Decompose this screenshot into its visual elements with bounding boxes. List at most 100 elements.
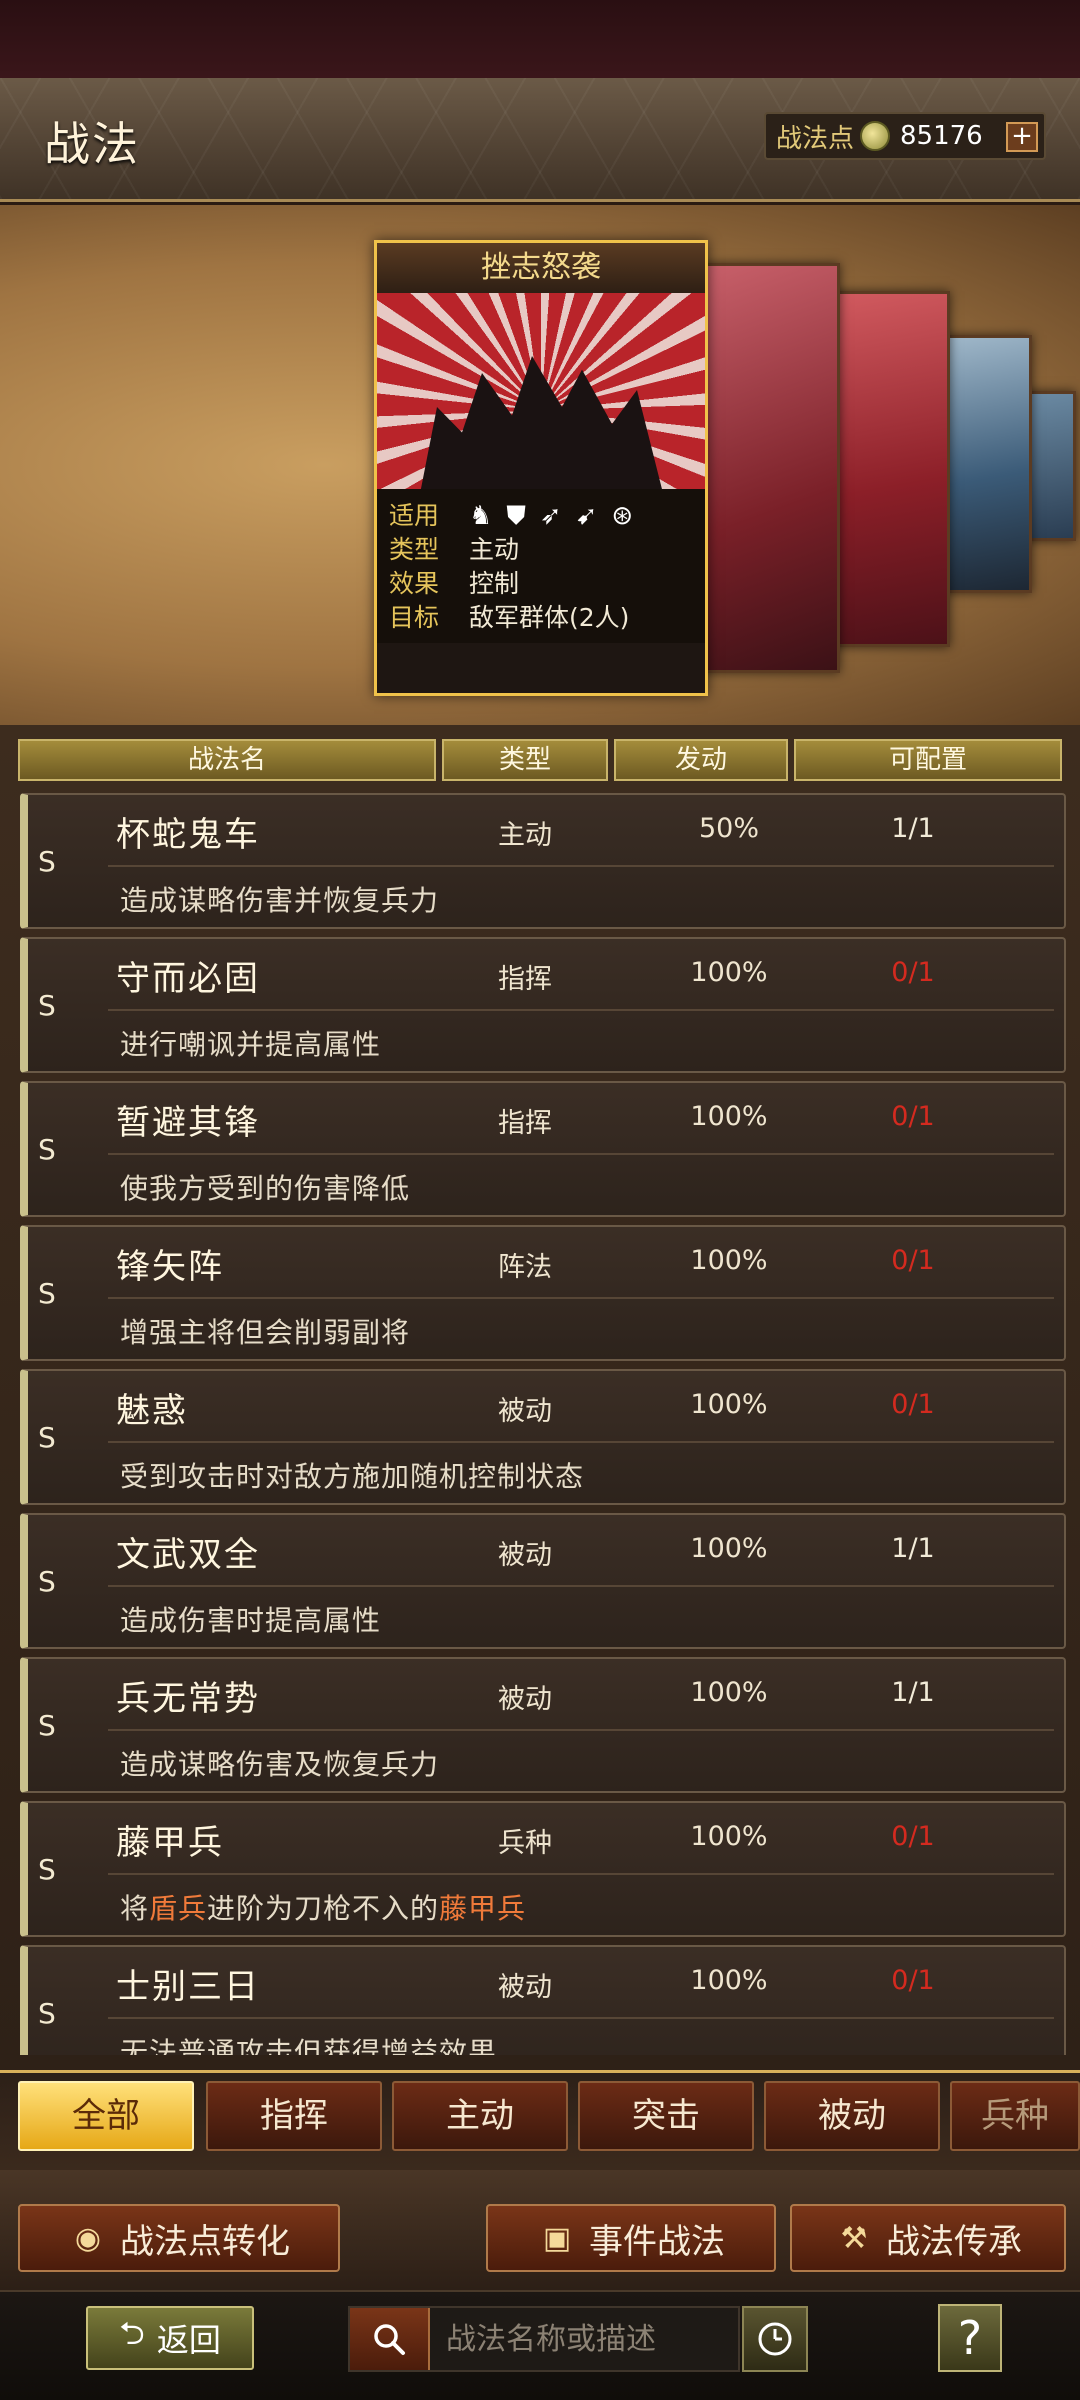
history-button[interactable] [742, 2306, 808, 2372]
tactic-activation-rate: 100% [690, 1101, 768, 1132]
tactic-description: 使我方受到的伤害降低 [120, 1172, 411, 1205]
tactic-config-count: 0/1 [891, 1245, 935, 1276]
row-divider [108, 1729, 1054, 1731]
tactic-description: 受到攻击时对敌方施加随机控制状态 [120, 1460, 585, 1493]
tactic-grade: S [38, 1853, 56, 1886]
carousel-card[interactable] [700, 263, 840, 673]
tactic-config-count: 1/1 [891, 1533, 935, 1564]
tactic-type: 被动 [498, 1972, 552, 2003]
tactic-activation-rate: 100% [690, 1533, 768, 1564]
tab-command[interactable]: 指挥 [206, 2081, 382, 2151]
tactic-list[interactable]: S 杯蛇鬼车 主动 50% 1/1 造成谋略伤害并恢复兵力 S 守而必固 指挥 100% 0/1 进行… [20, 793, 1066, 2055]
tactic-config-count: 0/1 [891, 1101, 935, 1132]
title-bar: 战法 战法点 85176 + [0, 78, 1080, 202]
applicable-label: 适用 [389, 501, 440, 530]
tactic-row[interactable]: S 锋矢阵 阵法 100% 0/1 增强主将但会削弱副将 [20, 1225, 1066, 1361]
row-divider [108, 1153, 1054, 1155]
carousel-card[interactable] [944, 335, 1032, 593]
wheel-icon: ⊛ [611, 501, 634, 531]
tactic-activation-rate: 100% [690, 957, 768, 988]
tab-all[interactable]: 全部 [18, 2081, 194, 2151]
tab-passive[interactable]: 被动 [764, 2081, 940, 2151]
tactic-grade: S [38, 1565, 56, 1598]
tactic-type: 主动 [498, 820, 552, 851]
help-button[interactable]: ? [938, 2304, 1002, 2372]
tactic-name: 藤甲兵 [116, 1823, 224, 1863]
tactic-name: 兵无常势 [116, 1679, 260, 1719]
search-input[interactable] [446, 2316, 736, 2362]
column-header-type[interactable]: 类型 [442, 739, 608, 781]
flame-coin-icon: ◉ [74, 2220, 102, 2256]
tactic-grade: S [38, 1277, 56, 1310]
unit-class-icons: ♞ ⛊ ➶ ➹ ⊛ [469, 499, 633, 533]
tactic-points-box: 战法点 85176 + [764, 112, 1046, 160]
tab-troop-type[interactable]: 兵种 [950, 2081, 1080, 2151]
tactic-config-count: 0/1 [891, 957, 935, 988]
tactic-row[interactable]: S 守而必固 指挥 100% 0/1 进行嘲讽并提高属性 [20, 937, 1066, 1073]
status-bar [0, 0, 1080, 78]
tactic-grade: S [38, 1997, 56, 2030]
add-points-button[interactable]: + [1006, 122, 1038, 152]
tactic-config-count: 1/1 [891, 1677, 935, 1708]
featured-tactic-card[interactable]: 挫志怒袭 适用 ♞ ⛊ ➶ ➹ ⊛ 类型 主动 效果 控制 目标 敌军群体(2人… [374, 240, 708, 696]
tactic-description: 造成伤害时提高属性 [120, 1604, 382, 1637]
hammer-icon: ⚒ [840, 2220, 868, 2256]
carousel-card[interactable] [1026, 391, 1076, 541]
scroll-icon: ▣ [542, 2220, 572, 2256]
tactic-row[interactable]: S 杯蛇鬼车 主动 50% 1/1 造成谋略伤害并恢复兵力 [20, 793, 1066, 929]
event-tactic-button[interactable]: ▣ 事件战法 [486, 2204, 776, 2272]
card-carousel[interactable]: 挫志怒袭 适用 ♞ ⛊ ➶ ➹ ⊛ 类型 主动 效果 控制 目标 敌军群体(2人… [0, 205, 1080, 725]
tactic-name: 魅惑 [116, 1391, 188, 1431]
tactic-type: 指挥 [498, 1108, 552, 1139]
column-header-rate[interactable]: 发动 [614, 739, 788, 781]
tab-active[interactable]: 主动 [392, 2081, 568, 2151]
spear-icon: ➹ [575, 501, 598, 531]
tactic-activation-rate: 100% [690, 1821, 768, 1852]
back-arrow-icon: ⮌ [119, 2314, 145, 2352]
tactic-row[interactable]: S 文武双全 被动 100% 1/1 造成伤害时提高属性 [20, 1513, 1066, 1649]
carousel-card[interactable] [830, 291, 950, 647]
search-box [348, 2306, 740, 2372]
tactic-config-count: 0/1 [891, 1389, 935, 1420]
soldiers-silhouette [417, 356, 667, 489]
tactic-description: 将盾兵进阶为刀枪不入的藤甲兵 [120, 1887, 526, 1927]
table-header: 战法名 类型 发动 可配置 [18, 739, 1062, 781]
actions-bar: ◉ 战法点转化 ▣ 事件战法 ⚒ 战法传承 [0, 2170, 1080, 2290]
featured-card-art [377, 293, 705, 489]
tactic-row[interactable]: S 魅惑 被动 100% 0/1 受到攻击时对敌方施加随机控制状态 [20, 1369, 1066, 1505]
back-button[interactable]: ⮌ 返回 [86, 2306, 254, 2370]
column-header-config[interactable]: 可配置 [794, 739, 1062, 781]
tactic-description-part: 藤甲兵 [439, 1892, 527, 1925]
row-divider [108, 865, 1054, 867]
target-label: 目标 [389, 603, 440, 632]
convert-points-button[interactable]: ◉ 战法点转化 [18, 2204, 340, 2272]
tactic-points-value: 85176 [900, 121, 983, 151]
tactic-activation-rate: 50% [698, 813, 759, 844]
tactic-type: 兵种 [498, 1828, 552, 1859]
effect-label: 效果 [389, 569, 440, 598]
clock-icon [758, 2322, 792, 2356]
tactic-type: 被动 [498, 1684, 552, 1715]
tactic-config-count: 1/1 [891, 813, 935, 844]
bow-icon: ➶ [539, 501, 562, 531]
column-header-name[interactable]: 战法名 [18, 739, 436, 781]
target-value: 敌军群体(2人) [469, 603, 630, 632]
page-title: 战法 [44, 117, 140, 171]
tactic-row[interactable]: S 兵无常势 被动 100% 1/1 造成谋略伤害及恢复兵力 [20, 1657, 1066, 1793]
tab-assault[interactable]: 突击 [578, 2081, 754, 2151]
tactic-table: 战法名 类型 发动 可配置 S 杯蛇鬼车 主动 50% 1/1 造成谋略伤害并恢复兵力 S 守… [0, 725, 1080, 2070]
tactic-grade: S [38, 1421, 56, 1454]
tactic-grade: S [38, 989, 56, 1022]
row-divider [108, 2017, 1054, 2019]
tactic-row[interactable]: S 藤甲兵 兵种 100% 0/1 将盾兵进阶为刀枪不入的藤甲兵 [20, 1801, 1066, 1937]
effect-value: 控制 [469, 569, 520, 598]
row-divider [108, 1585, 1054, 1587]
search-button[interactable] [350, 2308, 430, 2370]
inherit-tactic-label: 战法传承 [886, 2221, 1022, 2262]
tactic-row[interactable]: S 士别三日 被动 100% 0/1 无法普通攻击但获得增益效果 [20, 1945, 1066, 2055]
inherit-tactic-button[interactable]: ⚒ 战法传承 [790, 2204, 1066, 2272]
type-label: 类型 [389, 535, 440, 564]
tactic-activation-rate: 100% [690, 1677, 768, 1708]
tactic-row[interactable]: S 暂避其锋 指挥 100% 0/1 使我方受到的伤害降低 [20, 1081, 1066, 1217]
tactic-description-part: 将 [120, 1892, 150, 1925]
